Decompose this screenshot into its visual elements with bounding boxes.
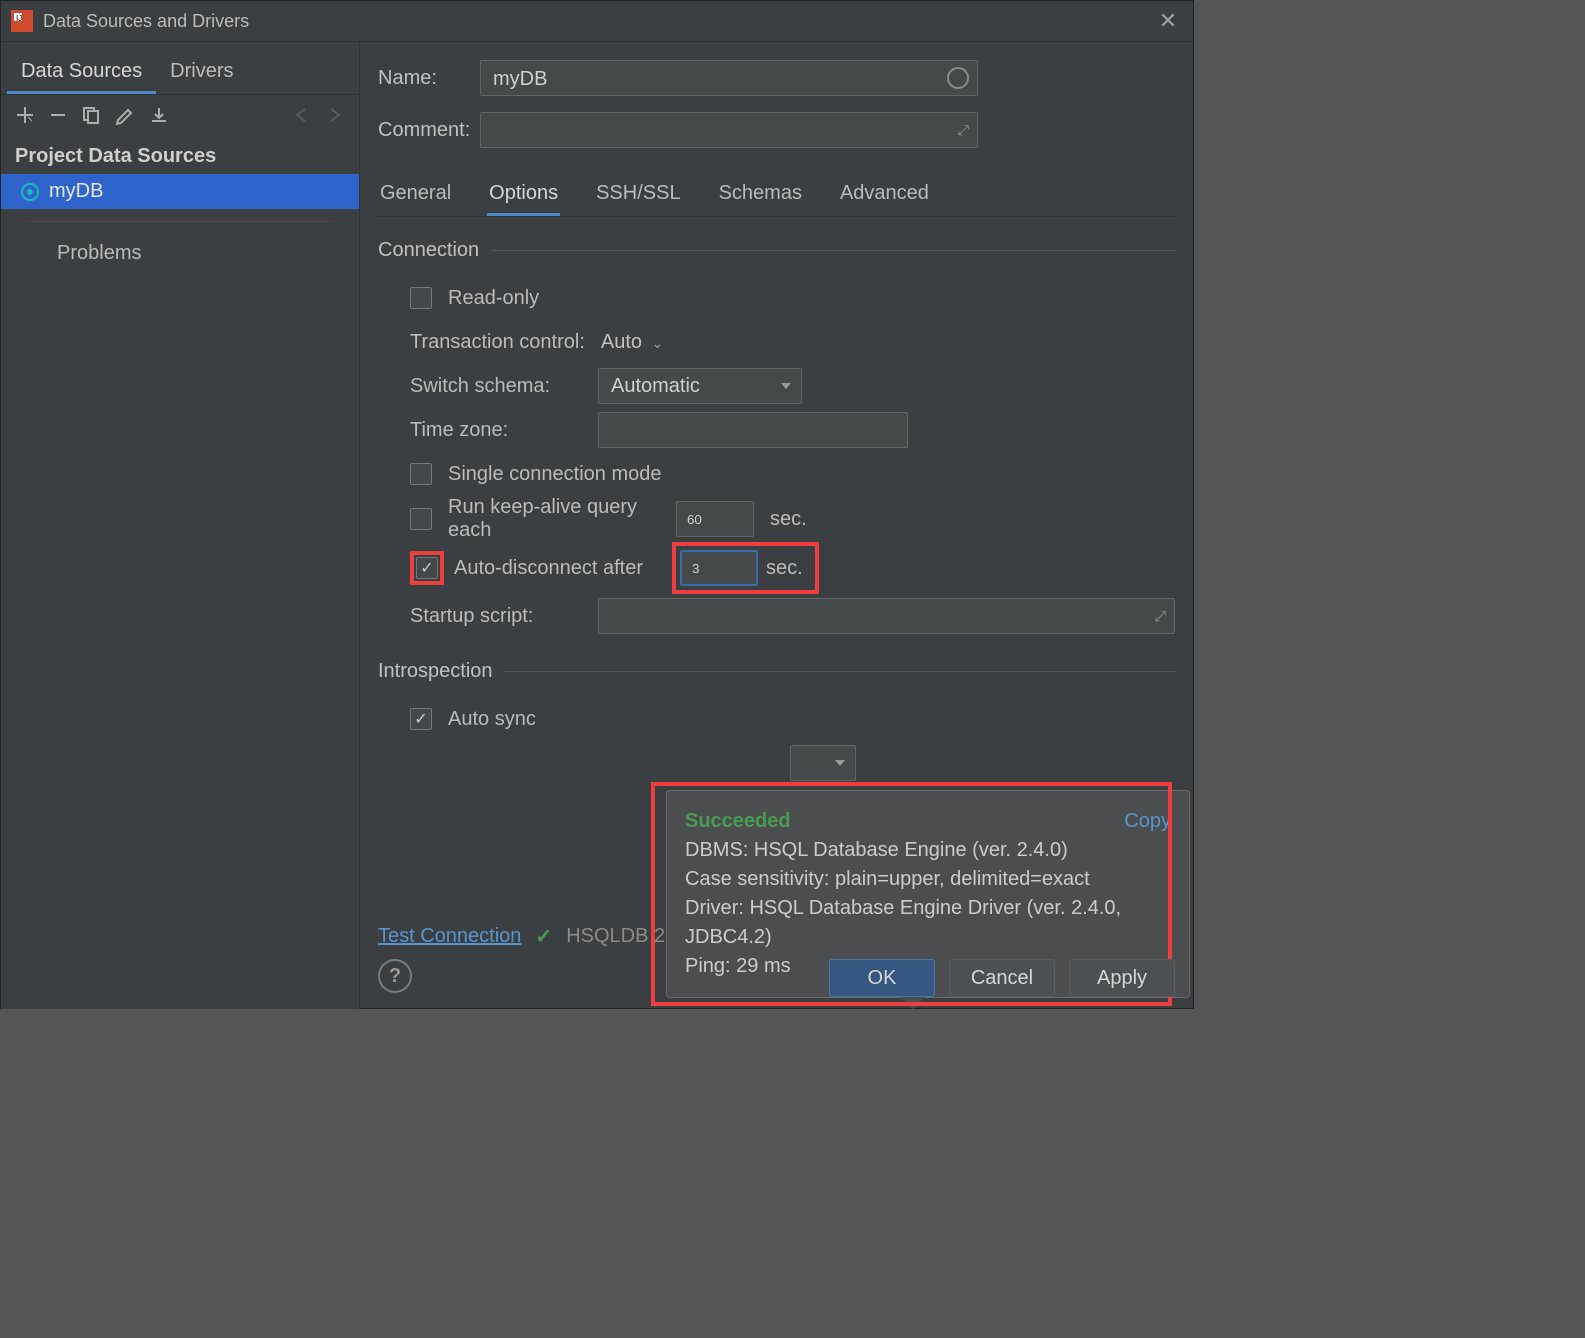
auto-sync-row: Auto sync bbox=[410, 697, 1175, 741]
tooltip-copy-link[interactable]: Copy bbox=[1124, 807, 1171, 836]
keep-alive-input[interactable] bbox=[676, 501, 754, 537]
sidebar-item-label: myDB bbox=[49, 180, 103, 203]
auto-sync-label: Auto sync bbox=[448, 708, 536, 731]
auto-disconnect-unit: sec. bbox=[766, 557, 803, 580]
sidebar-item-mydb[interactable]: myDB bbox=[1, 174, 359, 209]
comment-input[interactable] bbox=[491, 113, 935, 149]
highlight-field: sec. bbox=[672, 542, 819, 594]
switch-schema-label: Switch schema: bbox=[410, 375, 582, 398]
main-area: Data Sources Drivers Project Data Source… bbox=[1, 42, 1193, 1009]
startup-script-row: Startup script: ⤢ bbox=[410, 594, 1175, 638]
ok-button[interactable]: OK bbox=[829, 959, 935, 997]
time-zone-input[interactable] bbox=[598, 412, 908, 448]
read-only-checkbox[interactable] bbox=[410, 287, 432, 309]
comment-label: Comment: bbox=[378, 119, 480, 142]
transaction-value[interactable]: Auto ⌄ bbox=[601, 331, 663, 354]
dialog-title: Data Sources and Drivers bbox=[43, 11, 1153, 32]
tooltip-line-1: DBMS: HSQL Database Engine (ver. 2.4.0) bbox=[685, 836, 1171, 865]
tooltip-title: Succeeded bbox=[685, 807, 791, 836]
single-connection-checkbox[interactable] bbox=[410, 463, 432, 485]
chevron-down-icon: ⌄ bbox=[648, 335, 664, 351]
hidden-dropdown-row bbox=[410, 741, 1175, 785]
tooltip-tail bbox=[901, 997, 925, 1009]
import-icon[interactable] bbox=[149, 105, 169, 125]
highlight-checkbox bbox=[410, 551, 444, 585]
tab-ssh-ssl[interactable]: SSH/SSL bbox=[594, 174, 682, 216]
switch-schema-row: Switch schema: Automatic bbox=[410, 364, 1175, 408]
dialog-window: IJ Data Sources and Drivers ✕ Data Sourc… bbox=[0, 0, 1194, 1009]
tab-data-sources[interactable]: Data Sources bbox=[7, 52, 156, 94]
comment-field-wrapper: ⤢ bbox=[480, 112, 978, 148]
sidebar-tabs: Data Sources Drivers bbox=[1, 42, 359, 95]
auto-disconnect-checkbox[interactable] bbox=[416, 557, 438, 579]
switch-schema-dropdown[interactable]: Automatic bbox=[598, 368, 802, 404]
close-icon[interactable]: ✕ bbox=[1153, 8, 1183, 34]
help-button[interactable]: ? bbox=[378, 959, 412, 993]
sidebar-item-problems[interactable]: Problems bbox=[1, 234, 359, 273]
startup-script-field-wrapper: ⤢ bbox=[598, 598, 1175, 634]
settings-icon[interactable] bbox=[115, 105, 135, 125]
tab-options[interactable]: Options bbox=[487, 174, 560, 216]
keep-alive-unit: sec. bbox=[770, 508, 807, 531]
content-panel: Name: Comment: ⤢ General Options SSH/SSL… bbox=[360, 42, 1193, 1009]
tab-schemas[interactable]: Schemas bbox=[717, 174, 804, 216]
transaction-row: Transaction control: Auto ⌄ bbox=[410, 320, 1175, 364]
single-connection-row: Single connection mode bbox=[410, 452, 1175, 496]
name-field-wrapper bbox=[480, 60, 978, 96]
tab-drivers[interactable]: Drivers bbox=[156, 52, 247, 94]
single-connection-label: Single connection mode bbox=[448, 463, 661, 486]
read-only-label: Read-only bbox=[448, 287, 539, 310]
app-icon: IJ bbox=[11, 10, 33, 32]
auto-disconnect-label: Auto-disconnect after bbox=[454, 557, 662, 580]
auto-sync-checkbox[interactable] bbox=[410, 708, 432, 730]
keep-alive-row: Run keep-alive query each sec. bbox=[410, 496, 1175, 542]
remove-icon[interactable] bbox=[49, 106, 67, 124]
cancel-button[interactable]: Cancel bbox=[949, 959, 1055, 997]
connection-heading: Connection bbox=[378, 239, 1175, 262]
startup-script-input[interactable] bbox=[609, 599, 1135, 635]
tab-advanced[interactable]: Advanced bbox=[838, 174, 931, 216]
auto-disconnect-row: Auto-disconnect after sec. bbox=[410, 542, 1175, 594]
keep-alive-checkbox[interactable] bbox=[410, 508, 432, 530]
transaction-label: Transaction control: bbox=[410, 331, 585, 354]
svg-text:IJ: IJ bbox=[16, 14, 22, 23]
expand-icon[interactable]: ⤢ bbox=[1155, 608, 1166, 625]
add-icon[interactable] bbox=[15, 105, 35, 125]
name-row: Name: bbox=[378, 60, 1175, 96]
tab-general[interactable]: General bbox=[378, 174, 453, 216]
titlebar: IJ Data Sources and Drivers ✕ bbox=[1, 1, 1193, 42]
sidebar: Data Sources Drivers Project Data Source… bbox=[1, 42, 360, 1009]
apply-button[interactable]: Apply bbox=[1069, 959, 1175, 997]
keep-alive-label: Run keep-alive query each bbox=[448, 496, 660, 542]
sidebar-toolbar bbox=[1, 95, 359, 135]
datasource-icon bbox=[21, 183, 39, 201]
detail-tabs: General Options SSH/SSL Schemas Advanced bbox=[378, 174, 1175, 217]
progress-icon bbox=[947, 67, 969, 89]
success-check-icon: ✓ bbox=[535, 924, 552, 949]
sidebar-section-header: Project Data Sources bbox=[1, 135, 359, 174]
time-zone-label: Time zone: bbox=[410, 419, 582, 442]
name-label: Name: bbox=[378, 67, 480, 90]
dialog-buttons: OK Cancel Apply bbox=[829, 959, 1175, 997]
duplicate-icon[interactable] bbox=[81, 105, 101, 125]
sidebar-separator bbox=[27, 221, 333, 222]
name-input[interactable] bbox=[491, 61, 935, 97]
comment-row: Comment: ⤢ bbox=[378, 112, 1175, 148]
auto-disconnect-input[interactable] bbox=[680, 550, 758, 586]
connection-section: Connection Read-only Transaction control… bbox=[378, 239, 1175, 638]
introspection-heading: Introspection bbox=[378, 660, 1175, 683]
tooltip-line-2: Case sensitivity: plain=upper, delimited… bbox=[685, 865, 1171, 894]
read-only-row: Read-only bbox=[410, 276, 1175, 320]
expand-icon[interactable]: ⤢ bbox=[958, 122, 969, 139]
test-connection-link[interactable]: Test Connection bbox=[378, 925, 521, 948]
tooltip-line-3: Driver: HSQL Database Engine Driver (ver… bbox=[685, 894, 1171, 952]
unknown-dropdown[interactable] bbox=[790, 745, 856, 781]
back-icon[interactable] bbox=[291, 105, 311, 125]
time-zone-row: Time zone: bbox=[410, 408, 1175, 452]
startup-script-label: Startup script: bbox=[410, 605, 582, 628]
forward-icon[interactable] bbox=[325, 105, 345, 125]
